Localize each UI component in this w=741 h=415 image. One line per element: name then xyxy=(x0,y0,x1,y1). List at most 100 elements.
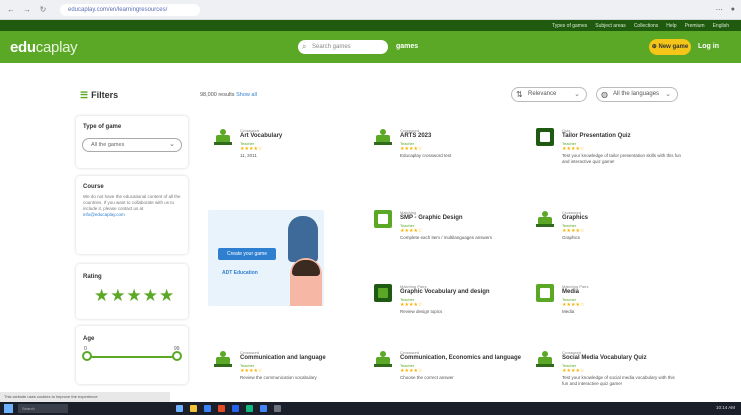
results-summary: 98,000 results Show all xyxy=(200,92,257,98)
crossword-icon xyxy=(374,128,392,146)
matching-pairs-icon xyxy=(536,284,554,302)
app-icon[interactable] xyxy=(176,405,183,412)
rating-label: Rating xyxy=(83,274,102,280)
game-card[interactable]: Matching Pairs Graphic Vocabulary and de… xyxy=(374,284,524,344)
forward-icon[interactable]: → xyxy=(22,5,32,15)
game-title[interactable]: SMP - Graphic Design xyxy=(400,215,463,222)
game-title[interactable]: Graphic Vocabulary and design xyxy=(400,289,490,296)
age-slider-max-handle[interactable] xyxy=(172,351,182,361)
game-rating: ★★★★☆ xyxy=(240,368,263,374)
game-description: Graphics xyxy=(562,235,581,240)
folder-icon[interactable] xyxy=(190,405,197,412)
profile-icon[interactable]: ● xyxy=(731,6,735,14)
app-icon[interactable] xyxy=(232,405,239,412)
crossword-icon xyxy=(374,350,392,368)
quiz-icon xyxy=(536,128,554,146)
rating-panel: Rating ★★★★★ xyxy=(76,264,188,319)
browser-toolbar: ← → ↻ educaplay.com/en/learningresources… xyxy=(0,0,741,20)
game-card[interactable]: Crossword Social Media Vocabulary Quiz T… xyxy=(536,350,686,410)
toplink-language[interactable]: English xyxy=(713,23,729,29)
game-card[interactable]: Crossword Communication and language Tea… xyxy=(214,350,364,410)
site-logo[interactable]: educaplay xyxy=(10,39,78,56)
login-link[interactable]: Log in xyxy=(698,43,719,50)
system-clock: 10:14 AM xyxy=(715,405,735,410)
age-slider-min-handle[interactable] xyxy=(82,351,92,361)
game-description: Review design topics xyxy=(400,309,443,314)
age-slider-track[interactable] xyxy=(86,356,176,358)
search-icon: ⌕ xyxy=(302,42,307,51)
type-of-game-select[interactable]: All the games ⌄ xyxy=(82,138,182,152)
game-rating: ★★★★☆ xyxy=(400,146,423,152)
game-rating: ★★★★☆ xyxy=(400,302,423,308)
type-of-game-panel: Type of game All the games ⌄ xyxy=(76,116,188,168)
search-input[interactable]: ⌕ Search games xyxy=(298,40,388,54)
game-card[interactable]: Matching SMP - Graphic Design Teacher ★★… xyxy=(374,210,524,270)
game-description: 11, 2011 xyxy=(240,153,257,158)
game-description: Test your knowledge of tailor presentati… xyxy=(562,153,682,164)
ad-cta-button[interactable]: Create your game xyxy=(218,248,276,260)
game-description: Review the communication vocabulary xyxy=(240,375,317,380)
game-title[interactable]: Tailor Presentation Quiz xyxy=(562,133,631,140)
toplink-subjects[interactable]: Subject areas xyxy=(595,23,626,29)
game-card[interactable]: Crossword ARTS 2023 Teacher ★★★★☆ Educap… xyxy=(374,128,524,188)
game-card[interactable]: Crossword Communication, Economics and l… xyxy=(374,350,524,410)
toplink-help[interactable]: Help xyxy=(666,23,676,29)
game-rating: ★★★★☆ xyxy=(562,146,585,152)
game-title[interactable]: Communication and language xyxy=(240,355,326,362)
globe-icon: ◍ xyxy=(601,90,608,99)
extensions-icon[interactable]: ⋯ xyxy=(716,6,723,14)
game-title[interactable]: Social Media Vocabulary Quiz xyxy=(562,355,647,362)
sort-select[interactable]: ⇅ Relevance ⌄ xyxy=(511,87,587,102)
game-rating: ★★★★☆ xyxy=(562,302,585,308)
games-count: games xyxy=(396,43,419,50)
cookie-notice: This website uses cookies to improve the… xyxy=(0,392,170,402)
chevron-down-icon: ⌄ xyxy=(574,91,580,98)
game-rating: ★★★★☆ xyxy=(562,368,585,374)
start-icon[interactable] xyxy=(4,404,13,413)
chevron-down-icon: ⌄ xyxy=(169,141,175,148)
filters-heading: ☰ Filters xyxy=(80,90,119,100)
game-card[interactable]: Crossword Art Vocabulary Teacher ★★★★☆ 1… xyxy=(214,128,364,188)
game-title[interactable]: Media xyxy=(562,289,579,296)
toplink-premium[interactable]: Premium xyxy=(685,23,705,29)
chrome-icon[interactable] xyxy=(260,405,267,412)
game-rating: ★★★★☆ xyxy=(240,146,263,152)
game-title[interactable]: Graphics xyxy=(562,215,588,222)
game-description: Complete each item / multilanguages answ… xyxy=(400,235,493,240)
reload-icon[interactable]: ↻ xyxy=(38,5,48,15)
new-game-button[interactable]: ⊕ New game xyxy=(649,39,691,55)
crossword-icon xyxy=(536,350,554,368)
toplink-collections[interactable]: Collections xyxy=(634,23,658,29)
back-icon[interactable]: ← xyxy=(6,5,16,15)
toplink-types[interactable]: Types of games xyxy=(552,23,587,29)
game-card[interactable]: Matching Pairs Media Teacher ★★★★☆ Media xyxy=(536,284,686,344)
app-icon[interactable] xyxy=(246,405,253,412)
type-of-game-label: Type of game xyxy=(83,124,122,130)
taskbar-search[interactable]: Search xyxy=(18,404,68,413)
game-rating: ★★★★☆ xyxy=(400,228,423,234)
app-icon[interactable] xyxy=(218,405,225,412)
game-title[interactable]: Art Vocabulary xyxy=(240,133,282,140)
language-select[interactable]: ◍ All the languages ⌄ xyxy=(596,87,678,102)
filter-icon: ☰ xyxy=(80,90,89,100)
crossword-icon xyxy=(214,350,232,368)
game-card[interactable]: Crossword Graphics Teacher ★★★★☆ Graphic… xyxy=(536,210,686,270)
address-bar[interactable]: educaplay.com/en/learningresources/ xyxy=(60,3,200,16)
crossword-icon xyxy=(536,210,554,228)
app-icon[interactable] xyxy=(274,405,281,412)
os-taskbar: Search 10:14 AM xyxy=(0,402,741,415)
rating-stars[interactable]: ★★★★★ xyxy=(94,286,175,306)
game-description: Educaplay crossword test xyxy=(400,153,452,158)
course-panel: Course We do not have the educational co… xyxy=(76,176,188,254)
advertisement-banner[interactable]: Create your game ADT Education xyxy=(208,210,324,306)
game-title[interactable]: Communication, Economics and language xyxy=(400,355,521,362)
contact-email-link[interactable]: info@educaplay.com xyxy=(83,212,181,218)
show-all-link[interactable]: Show all xyxy=(236,92,257,98)
course-info: We do not have the educational content o… xyxy=(83,194,181,218)
game-card[interactable]: Quiz Tailor Presentation Quiz Teacher ★★… xyxy=(536,128,686,188)
app-icon[interactable] xyxy=(204,405,211,412)
matching-icon xyxy=(374,210,392,228)
game-description: Media xyxy=(562,309,575,314)
age-label: Age xyxy=(83,336,95,342)
game-title[interactable]: ARTS 2023 xyxy=(400,133,431,140)
